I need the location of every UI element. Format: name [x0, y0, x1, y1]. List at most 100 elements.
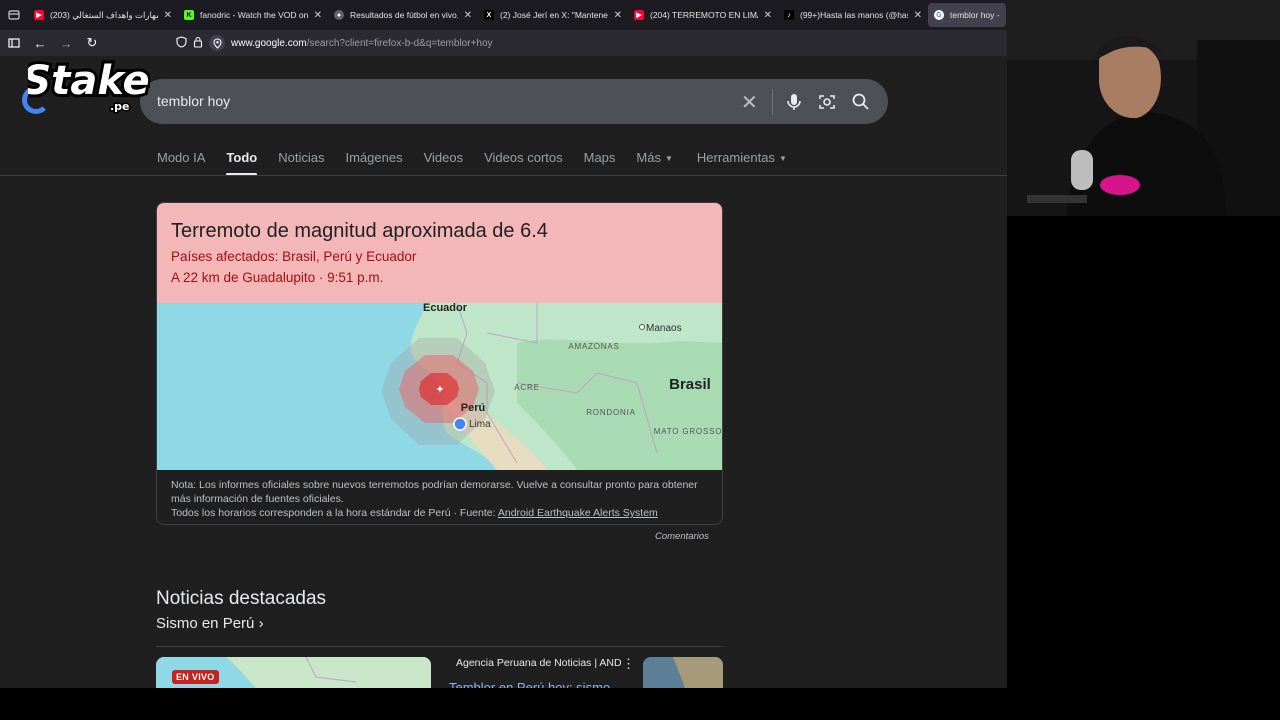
tab-title: temblor hoy - B [950, 10, 1000, 20]
news-image [643, 657, 723, 688]
caret-down-icon: ▼ [778, 154, 787, 164]
browser-tab-active[interactable]: G temblor hoy - B [928, 3, 1006, 27]
caret-down-icon: ▼ [664, 154, 673, 164]
stake-logo-overlay: Stake .pe [28, 55, 150, 115]
clear-icon[interactable]: ✕ [741, 90, 758, 115]
note-prefix: Todos los horarios corresponden a la hor… [171, 507, 498, 519]
stake-suffix: .pe [110, 100, 130, 113]
note-line-1: Nota: Los informes oficiales sobre nuevo… [171, 479, 698, 505]
map-label-acre: ACRE [514, 383, 539, 392]
microphone-icon [1071, 150, 1093, 190]
screen: ▶ (203) مهارات واهداف الستغالي ✕ K fanod… [0, 0, 1280, 688]
close-tab-icon[interactable]: ✕ [164, 10, 172, 21]
chevron-right-icon: › [258, 615, 264, 632]
earthquake-map[interactable]: ✦ Ecuador Manaos AMAZONAS Brasil ACRE RO… [157, 303, 723, 470]
shield-icon[interactable] [176, 35, 187, 51]
tiktok-icon: ♪ [784, 10, 794, 20]
search-tabs: Modo IA Todo Noticias Imágenes Videos Vi… [157, 150, 787, 176]
lock-icon[interactable] [193, 36, 203, 51]
tab-videos[interactable]: Videos [424, 150, 464, 176]
tab-imagenes[interactable]: Imágenes [345, 150, 402, 176]
earthquake-alert-header: Terremoto de magnitud aproximada de 6.4 … [157, 203, 722, 303]
tab-herramientas[interactable]: Herramientas ▼ [697, 150, 787, 176]
map-label-manaos: Manaos [646, 323, 682, 334]
search-input[interactable]: temblor hoy [157, 93, 230, 109]
x-icon: X [484, 10, 494, 20]
tab-title: (99+)Hasta las manos (@hasta_ [800, 10, 908, 20]
tab-maps[interactable]: Maps [584, 150, 616, 176]
epicenter-icon[interactable]: ✦ [435, 384, 444, 396]
map-label-rondonia: RONDONIA [586, 408, 636, 417]
tab-modo-ia[interactable]: Modo IA [157, 150, 205, 176]
google-results-page: temblor hoy ✕ Modo IA Todo Noticias Imág… [0, 56, 1007, 688]
stake-brand: Stake [28, 58, 150, 104]
sidebar-toggle-icon[interactable] [2, 31, 26, 55]
youtube-icon: ▶ [634, 10, 644, 20]
right-black-area [1007, 216, 1280, 688]
tabs-divider [0, 175, 1007, 176]
news-source: Agencia Peruana de Noticias | AND [456, 657, 622, 669]
affected-countries: Países afectados: Brasil, Perú y Ecuador [171, 249, 417, 264]
browser-tab[interactable]: X (2) José Jerí en X: "Mantener la ✕ [478, 3, 628, 27]
close-tab-icon[interactable]: ✕ [614, 10, 622, 21]
tab-title: (2) José Jerí en X: "Mantener la [500, 10, 608, 20]
close-tab-icon[interactable]: ✕ [464, 10, 472, 21]
tab-mas[interactable]: Más ▼ [636, 150, 672, 176]
map-label-ecuador: Ecuador [423, 303, 468, 314]
google-icon: G [934, 10, 944, 20]
comments-link[interactable]: Comentarios [655, 531, 709, 542]
source-link[interactable]: Android Earthquake Alerts System [498, 507, 658, 519]
tab-mas-label: Más [636, 150, 661, 165]
shirt-logo [1100, 175, 1140, 195]
webcam-feed [1007, 0, 1280, 216]
microphone-icon[interactable] [783, 91, 805, 113]
close-tab-icon[interactable]: ✕ [314, 10, 322, 21]
news-topic-label: Sismo en Perú [156, 615, 255, 632]
news-headline-link[interactable]: Temblor en Perú hoy: sismo [449, 680, 610, 688]
map-label-mato-grosso: MATO GROSSO [654, 427, 723, 436]
close-tab-icon[interactable]: ✕ [914, 10, 922, 21]
more-options-icon[interactable]: ⋮ [622, 656, 635, 672]
url-host: www.google.com [231, 37, 307, 49]
search-icon[interactable] [850, 91, 872, 113]
tab-todo[interactable]: Todo [226, 150, 257, 176]
browser-tab[interactable]: ● Resultados de fútbol en vivo, M ✕ [328, 3, 478, 27]
browser-tabstrip: ▶ (203) مهارات واهداف الستغالي ✕ K fanod… [0, 0, 1007, 30]
ball-icon: ● [334, 10, 344, 20]
news-thumbnail[interactable] [643, 657, 723, 688]
city-dot [639, 324, 645, 330]
earthquake-note: Nota: Los informes oficiales sobre nuevo… [171, 478, 711, 520]
browser-tab[interactable]: ▶ (204) TERREMOTO EN LIMA 6.4 ✕ [628, 3, 778, 27]
tab-list-icon[interactable] [0, 0, 28, 30]
url-text[interactable]: www.google.com/search?client=firefox-b-d… [231, 38, 493, 49]
map-label-peru: Perú [461, 402, 485, 414]
kick-icon: K [184, 10, 194, 20]
browser-tab[interactable]: ▶ (203) مهارات واهداف الستغالي ✕ [28, 3, 178, 27]
earthquake-alert-card: Terremoto de magnitud aproximada de 6.4 … [156, 202, 723, 525]
search-box[interactable]: temblor hoy ✕ [140, 79, 888, 124]
url-path: /search?client=firefox-b-d&q=temblor+hoy [306, 37, 493, 49]
tab-title: (203) مهارات واهداف الستغالي [50, 9, 158, 20]
earthquake-title: Terremoto de magnitud aproximada de 6.4 [171, 220, 548, 242]
close-tab-icon[interactable]: ✕ [764, 10, 772, 21]
url-bar[interactable]: www.google.com/search?client=firefox-b-d… [176, 32, 1007, 54]
tab-title: Resultados de fútbol en vivo, M [350, 10, 458, 20]
your-location-icon[interactable] [453, 417, 467, 431]
camera-lens-icon[interactable] [816, 91, 838, 113]
note-line-2: Todos los horarios corresponden a la hor… [171, 506, 711, 520]
youtube-icon: ▶ [34, 10, 44, 20]
browser-tab[interactable]: ♪ (99+)Hasta las manos (@hasta_ ✕ [778, 3, 928, 27]
browser-tab[interactable]: K fanodric - Watch the VOD on K ✕ [178, 3, 328, 27]
tab-noticias[interactable]: Noticias [278, 150, 324, 176]
top-stories-heading: Noticias destacadas [156, 588, 327, 609]
permissions-icon[interactable] [209, 35, 225, 51]
map-label-brasil: Brasil [669, 376, 711, 393]
bottom-black-bar [0, 688, 1280, 720]
live-badge: EN VIVO [172, 670, 219, 684]
tab-herramientas-label: Herramientas [696, 150, 775, 165]
earthquake-location-time: A 22 km de Guadalupito · 9:51 p.m. [171, 270, 384, 285]
search-divider [772, 89, 773, 115]
map-label-amazonas: AMAZONAS [568, 342, 619, 351]
news-topic-link[interactable]: Sismo en Perú › [156, 615, 264, 632]
tab-videos-cortos[interactable]: Videos cortos [484, 150, 563, 176]
